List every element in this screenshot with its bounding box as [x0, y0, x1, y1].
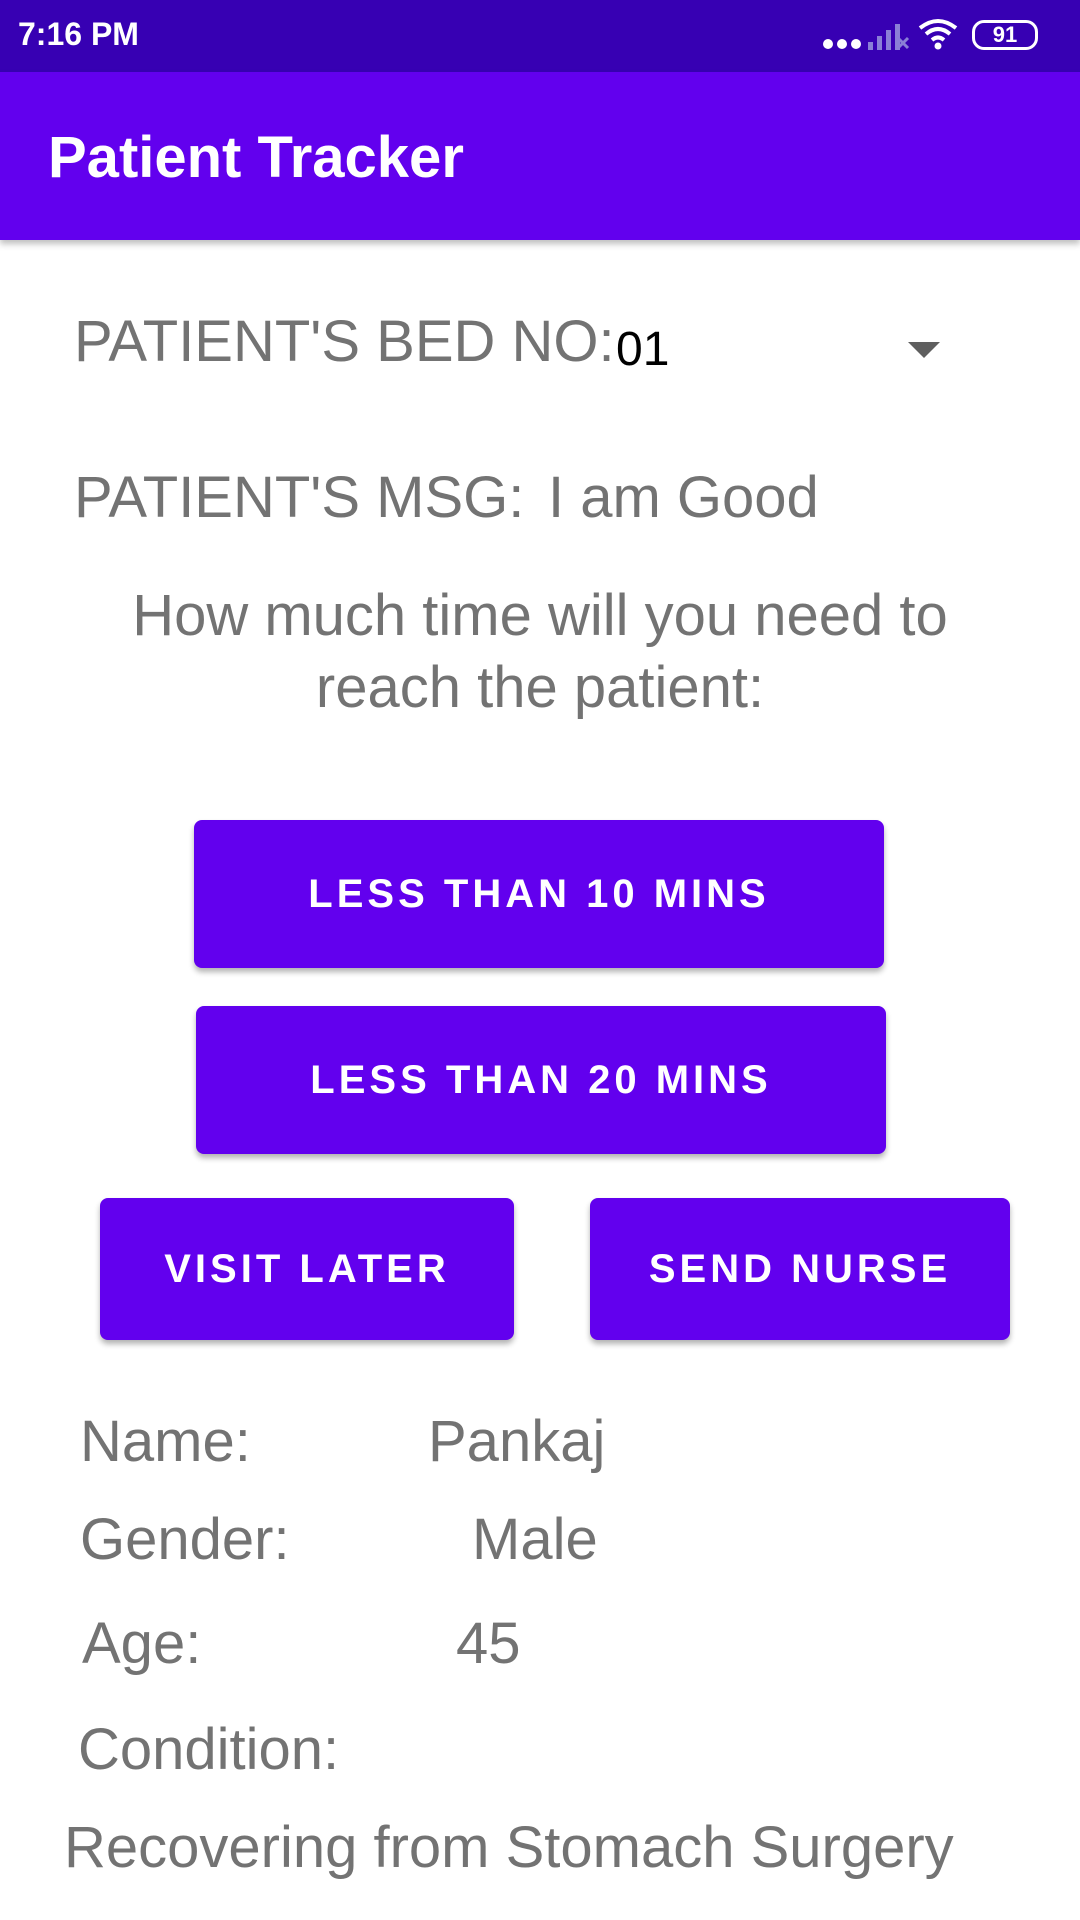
condition-value: Recovering from Stomach Surgery [64, 1815, 954, 1880]
dropdown-arrow-icon [908, 342, 940, 358]
battery-icon: 91 [972, 20, 1038, 50]
patient-message-label: PATIENT'S MSG: [74, 465, 525, 530]
age-value: 45 [456, 1611, 521, 1676]
battery-level: 91 [992, 22, 1018, 47]
bed-number-label: PATIENT'S BED NO: [74, 309, 615, 374]
gender-label: Gender: [80, 1507, 290, 1572]
time-question: How much time will you need to reach the… [132, 583, 948, 720]
gender-value: Male [472, 1507, 598, 1572]
patient-message-value: I am Good [548, 465, 819, 530]
more-dots-icon [823, 39, 861, 49]
visit-later-button[interactable]: VISIT LATER [100, 1198, 514, 1340]
condition-label: Condition: [78, 1717, 340, 1782]
bed-number-spinner[interactable]: 01 [600, 300, 960, 390]
send-nurse-button[interactable]: SEND NURSE [590, 1198, 1010, 1340]
bed-number-value: 01 [616, 323, 670, 376]
less-than-20-mins-button[interactable]: LESS THAN 20 MINS [196, 1006, 886, 1154]
signal-icon [868, 24, 910, 50]
app-bar: Patient Tracker [0, 72, 1080, 240]
app-title: Patient Tracker [48, 125, 464, 190]
name-label: Name: [80, 1409, 251, 1474]
status-time: 7:16 PM [18, 16, 139, 52]
wifi-icon [918, 19, 958, 50]
less-than-10-mins-button[interactable]: LESS THAN 10 MINS [194, 820, 884, 968]
status-icons: 91 [822, 16, 1062, 56]
status-bar: 7:16 PM 91 [0, 0, 1080, 72]
name-value: Pankaj [428, 1409, 606, 1474]
age-label: Age: [82, 1611, 202, 1676]
